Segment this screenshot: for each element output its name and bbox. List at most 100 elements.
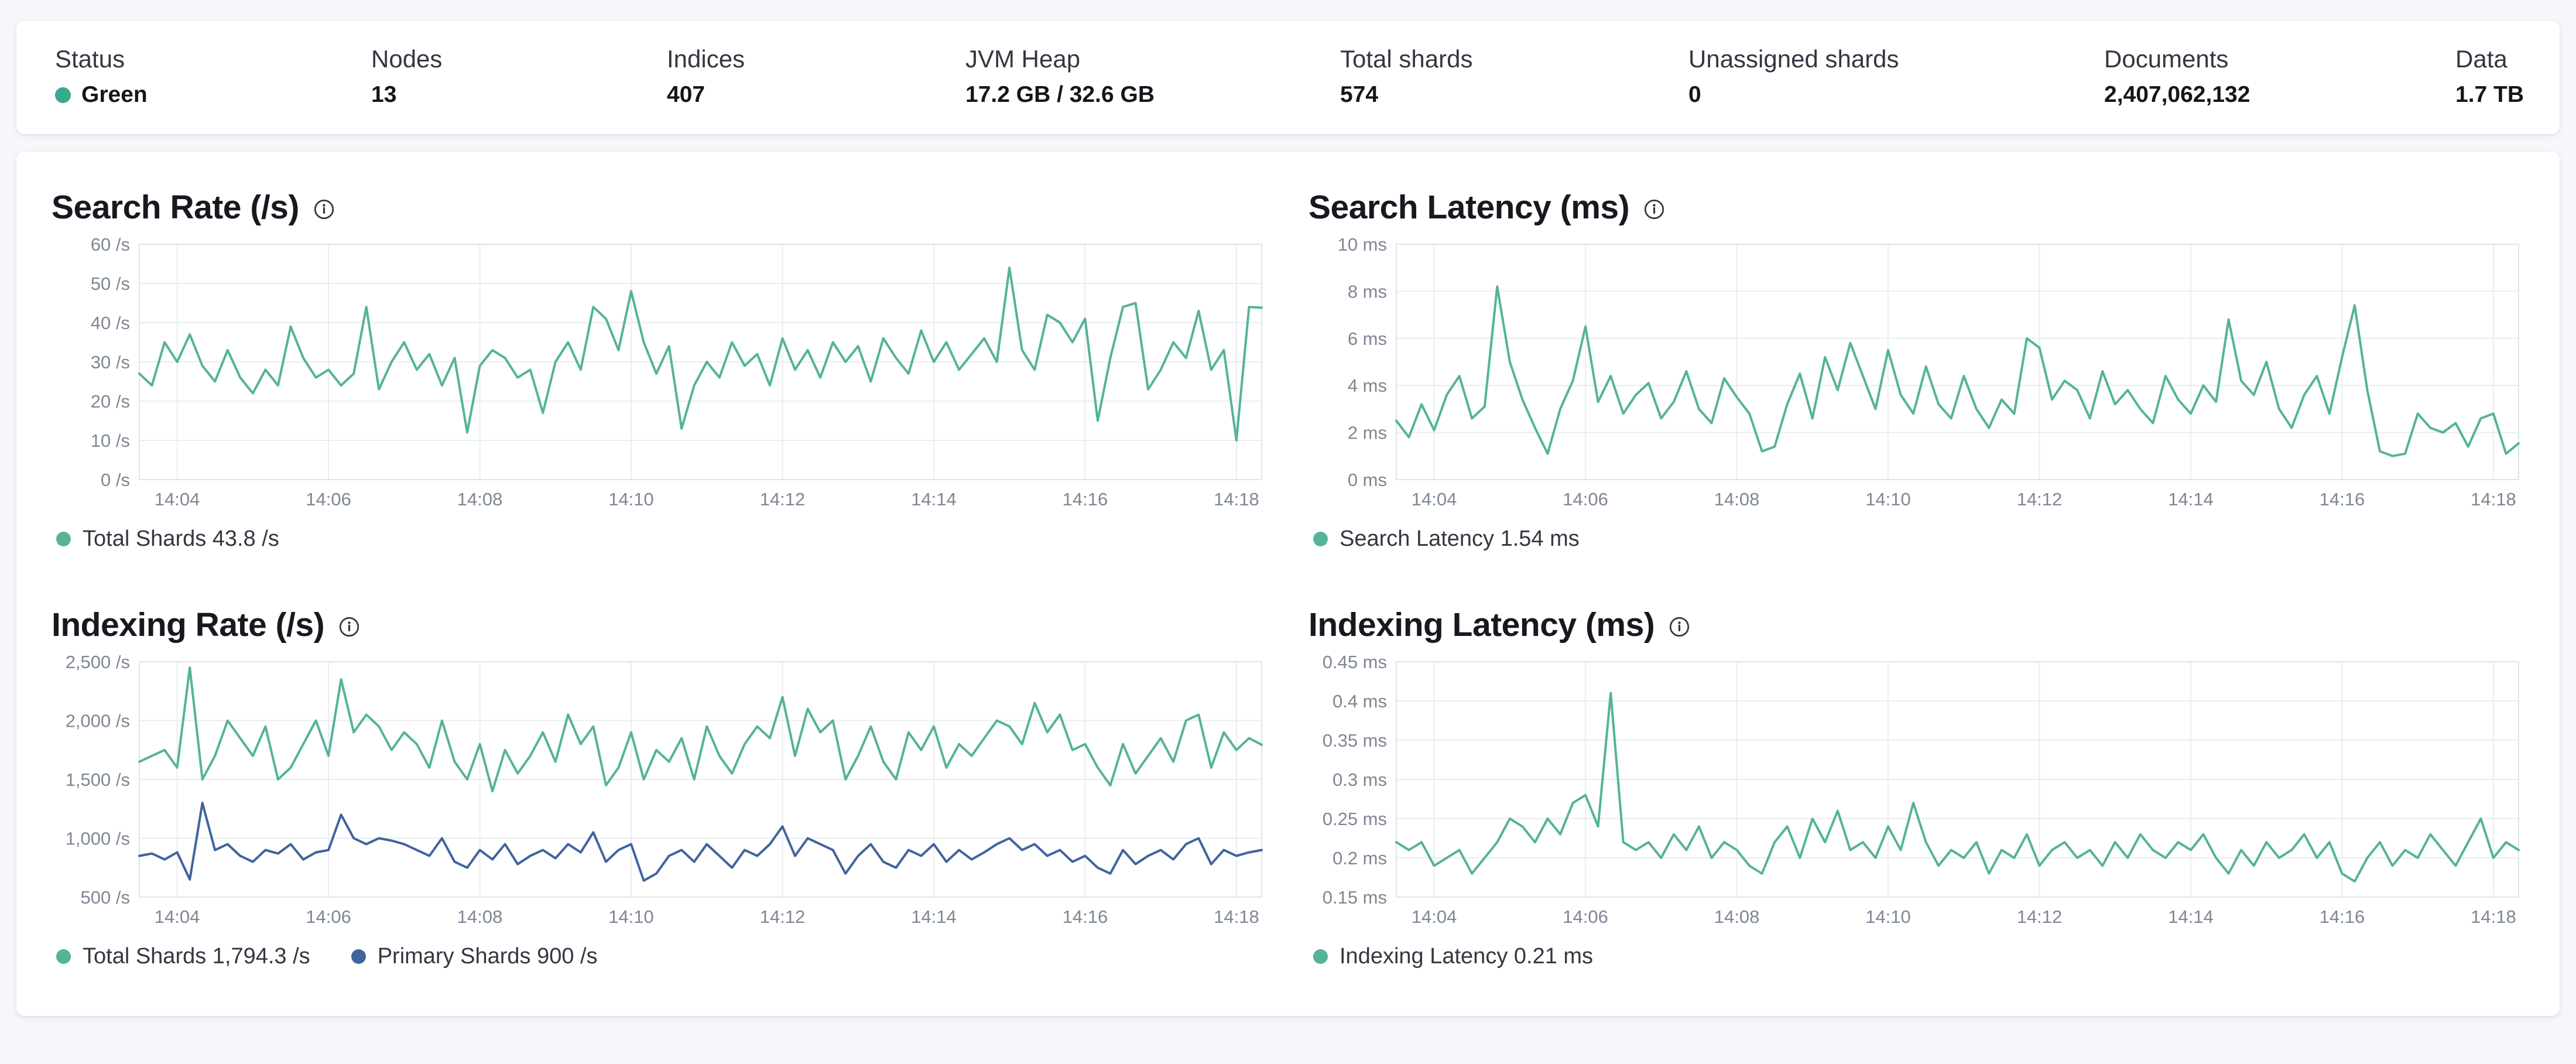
x-tick-label: 14:12 xyxy=(760,906,806,927)
y-tick-label: 50 /s xyxy=(91,273,130,294)
y-tick-label: 2,000 /s xyxy=(66,711,130,731)
stat-documents: Documents 2,407,062,132 xyxy=(2104,45,2455,108)
stat-nodes: Nodes 13 xyxy=(371,45,667,108)
y-tick-label: 10 /s xyxy=(91,430,130,451)
x-tick-label: 14:14 xyxy=(2168,906,2214,927)
y-tick-label: 0.35 ms xyxy=(1323,730,1387,751)
x-tick-label: 14:14 xyxy=(911,489,957,509)
y-tick-label: 60 /s xyxy=(91,237,130,255)
chart-title-row: Indexing Latency (ms) xyxy=(1308,605,2524,644)
y-tick-label: 2 ms xyxy=(1348,423,1387,443)
x-tick-label: 14:04 xyxy=(155,489,200,509)
x-tick-label: 14:12 xyxy=(760,489,806,509)
stat-jvm-heap: JVM Heap 17.2 GB / 32.6 GB xyxy=(965,45,1340,108)
y-tick-label: 0 /s xyxy=(101,470,130,490)
y-tick-label: 0.15 ms xyxy=(1323,887,1387,908)
x-tick-label: 14:18 xyxy=(2471,906,2516,927)
legend-item[interactable]: Total Shards 1,794.3 /s xyxy=(56,944,310,969)
x-tick-label: 14:14 xyxy=(911,906,957,927)
series-line xyxy=(1395,285,2520,458)
chart-legend: Indexing Latency 0.21 ms xyxy=(1308,944,2524,969)
stat-label: Documents xyxy=(2104,45,2229,73)
info-icon[interactable] xyxy=(1669,616,1690,638)
legend-label: Total Shards 1,794.3 /s xyxy=(83,944,310,969)
legend-dot-icon xyxy=(56,532,71,547)
info-icon[interactable] xyxy=(313,199,335,220)
chart-search-latency: Search Latency (ms) 0 ms 2 ms 4 ms 6 ms 8 ms… xyxy=(1308,188,2524,552)
x-tick-label: 14:10 xyxy=(1865,906,1911,927)
stat-value: 0 xyxy=(1688,82,1701,108)
chart-title-row: Search Rate (/s) xyxy=(52,188,1268,227)
chart-legend: Search Latency 1.54 ms xyxy=(1308,526,2524,552)
x-tick-label: 14:08 xyxy=(1714,906,1760,927)
stat-value: 1.7 TB xyxy=(2455,82,2524,108)
y-tick-label: 20 /s xyxy=(91,391,130,412)
x-tick-label: 14:18 xyxy=(2471,489,2516,509)
x-tick-label: 14:14 xyxy=(2168,489,2214,509)
y-tick-label: 0.45 ms xyxy=(1323,655,1387,672)
chart-legend: Total Shards 43.8 /s xyxy=(52,526,1268,552)
y-tick-label: 1,000 /s xyxy=(66,829,130,849)
legend-label: Indexing Latency 0.21 ms xyxy=(1340,944,1594,969)
y-tick-label: 1,500 /s xyxy=(66,769,130,790)
chart-svg: 500 /s 1,000 /s 1,500 /s 2,000 /s 2,500 /s 14… xyxy=(66,655,1263,927)
chart-title: Search Rate (/s) xyxy=(52,189,299,227)
legend-item[interactable]: Search Latency 1.54 ms xyxy=(1313,526,1580,552)
x-tick-label: 14:12 xyxy=(2017,489,2063,509)
chart-plot-search-rate[interactable]: 0 /s 10 /s 20 /s 30 /s 40 /s 50 /s 60 /s 14:04 1… xyxy=(52,237,1268,512)
series-line xyxy=(138,802,1263,882)
legend-item[interactable]: Total Shards 43.8 /s xyxy=(56,526,279,552)
chart-title: Indexing Rate (/s) xyxy=(52,606,325,644)
legend-label: Search Latency 1.54 ms xyxy=(1340,526,1580,552)
chart-indexing-latency: Indexing Latency (ms) 0.15 ms 0.2 ms 0.25 … xyxy=(1308,605,2524,969)
chart-indexing-rate: Indexing Rate (/s) 500 /s 1,000 /s 1,500 /… xyxy=(52,605,1268,969)
stat-status: Status Green xyxy=(55,45,371,108)
x-tick-label: 14:18 xyxy=(1214,489,1259,509)
legend-label: Total Shards 43.8 /s xyxy=(83,526,279,552)
y-tick-label: 0.3 ms xyxy=(1332,769,1387,790)
legend-dot-icon xyxy=(56,949,71,964)
info-icon[interactable] xyxy=(338,616,360,638)
y-tick-label: 8 ms xyxy=(1348,282,1387,302)
stat-label: Nodes xyxy=(371,45,443,73)
metrics-panel: Search Rate (/s) 0 /s 10 /s 20 /s 30 /s 40 /… xyxy=(16,152,2560,1017)
stat-unassigned-shards: Unassigned shards 0 xyxy=(1688,45,2104,108)
x-tick-label: 14:06 xyxy=(306,489,351,509)
chart-plot-indexing-latency[interactable]: 0.15 ms 0.2 ms 0.25 ms 0.3 ms 0.35 ms 0.4 ms 0… xyxy=(1308,655,2524,930)
legend-item[interactable]: Indexing Latency 0.21 ms xyxy=(1313,944,1593,969)
x-tick-label: 14:04 xyxy=(155,906,200,927)
x-tick-label: 14:16 xyxy=(2320,906,2365,927)
x-tick-label: 14:04 xyxy=(1412,906,1457,927)
stat-value: 574 xyxy=(1340,82,1379,108)
x-tick-label: 14:10 xyxy=(608,906,654,927)
x-tick-label: 14:18 xyxy=(1214,906,1259,927)
status-value-text: Green xyxy=(81,82,148,108)
chart-title-row: Indexing Rate (/s) xyxy=(52,605,1268,644)
stat-label: Data xyxy=(2455,45,2508,73)
x-tick-label: 14:06 xyxy=(306,906,351,927)
series-line xyxy=(138,666,1263,793)
y-tick-label: 30 /s xyxy=(91,352,130,372)
y-tick-label: 0.2 ms xyxy=(1332,848,1387,868)
info-icon[interactable] xyxy=(1643,199,1665,220)
x-tick-label: 14:06 xyxy=(1563,906,1608,927)
x-tick-label: 14:16 xyxy=(1063,906,1108,927)
series-line xyxy=(1395,692,2520,883)
stat-value: 407 xyxy=(667,82,705,108)
y-tick-label: 0.25 ms xyxy=(1323,809,1387,829)
stat-label: Indices xyxy=(667,45,745,73)
y-tick-label: 4 ms xyxy=(1348,375,1387,396)
stat-label: Total shards xyxy=(1340,45,1473,73)
x-tick-label: 14:16 xyxy=(1063,489,1108,509)
stat-label: JVM Heap xyxy=(965,45,1081,73)
chart-title: Search Latency (ms) xyxy=(1308,189,1630,227)
stat-value: 2,407,062,132 xyxy=(2104,82,2250,108)
chart-search-rate: Search Rate (/s) 0 /s 10 /s 20 /s 30 /s 40 /… xyxy=(52,188,1268,552)
x-tick-label: 14:16 xyxy=(2320,489,2365,509)
legend-item[interactable]: Primary Shards 900 /s xyxy=(351,944,598,969)
chart-plot-search-latency[interactable]: 0 ms 2 ms 4 ms 6 ms 8 ms 10 ms 14:04 14:06 14:08… xyxy=(1308,237,2524,512)
stat-data-size: Data 1.7 TB xyxy=(2455,45,2534,108)
chart-title-row: Search Latency (ms) xyxy=(1308,188,2524,227)
chart-plot-indexing-rate[interactable]: 500 /s 1,000 /s 1,500 /s 2,000 /s 2,500 /s 14… xyxy=(52,655,1268,930)
y-tick-label: 2,500 /s xyxy=(66,655,130,672)
